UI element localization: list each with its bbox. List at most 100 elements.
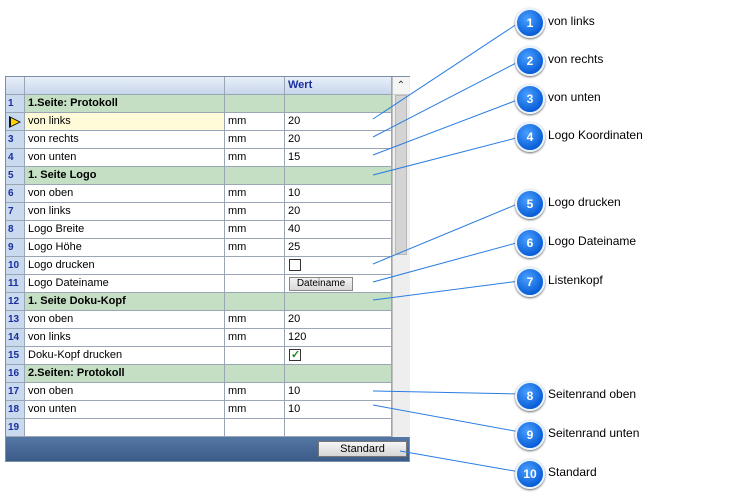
row-number: 6 <box>6 185 25 203</box>
table-row[interactable]: 4 von unten mm 15 <box>6 149 392 167</box>
callout-line-10 <box>399 450 521 473</box>
row-unit: mm <box>225 329 285 347</box>
callout-label-9: Seitenrand unten <box>548 426 640 440</box>
row-unit <box>225 167 285 185</box>
callout-badge-5: 5 <box>515 189 545 219</box>
callout-badge-8: 8 <box>515 381 545 411</box>
callout-badge-10: 10 <box>515 459 545 489</box>
row-name: Logo Dateiname <box>25 275 225 293</box>
row-value[interactable]: 20 <box>285 203 392 221</box>
row-number: 3 <box>6 131 25 149</box>
row-unit: mm <box>225 203 285 221</box>
row-name: Logo drucken <box>25 257 225 275</box>
row-name: von links <box>25 329 225 347</box>
section-row[interactable]: 1 1.Seite: Protokoll <box>6 95 392 113</box>
row-number: 9 <box>6 239 25 257</box>
header-unit <box>225 77 285 95</box>
callout-label-8: Seitenrand oben <box>548 387 637 401</box>
row-name: Doku-Kopf drucken <box>25 347 225 365</box>
section-row[interactable]: 12 1. Seite Doku-Kopf <box>6 293 392 311</box>
callout-badge-6: 6 <box>515 228 545 258</box>
row-name: von unten <box>25 401 225 419</box>
row-unit <box>225 347 285 365</box>
row-unit <box>225 365 285 383</box>
dateiname-button[interactable]: Dateiname <box>289 277 353 291</box>
value-checkbox[interactable] <box>289 347 301 364</box>
row-number: 19 <box>6 419 25 437</box>
grid-footer: Standard <box>6 437 409 461</box>
row-value[interactable]: 10 <box>285 185 392 203</box>
row-number: 18 <box>6 401 25 419</box>
table-row[interactable]: 14 von links mm 120 <box>6 329 392 347</box>
table-row[interactable]: 17 von oben mm 10 <box>6 383 392 401</box>
row-number: 13 <box>6 311 25 329</box>
table-row[interactable]: 8 Logo Breite mm 40 <box>6 221 392 239</box>
row-name: von oben <box>25 383 225 401</box>
row-value[interactable]: 15 <box>285 149 392 167</box>
row-value-cell <box>285 257 392 275</box>
row-value[interactable]: 20 <box>285 311 392 329</box>
vertical-scrollbar[interactable]: ⌃ <box>392 77 410 437</box>
table-row[interactable]: 15 Doku-Kopf drucken <box>6 347 392 365</box>
table-row[interactable]: 3 von rechts mm 20 <box>6 131 392 149</box>
table-row[interactable]: 19 <box>6 419 392 437</box>
row-number: 8 <box>6 221 25 239</box>
header-num <box>6 77 25 95</box>
callout-label-6: Logo Dateiname <box>548 234 637 248</box>
row-value[interactable]: 20 <box>285 113 392 131</box>
row-value[interactable]: 20 <box>285 131 392 149</box>
row-number: 16 <box>6 365 25 383</box>
row-value <box>285 365 392 383</box>
standard-button[interactable]: Standard <box>318 441 407 457</box>
row-unit <box>225 419 285 437</box>
header-value: Wert <box>285 77 392 95</box>
table-row[interactable]: 7 von links mm 20 <box>6 203 392 221</box>
row-unit <box>225 275 285 293</box>
row-number: 7 <box>6 203 25 221</box>
row-name: von unten <box>25 149 225 167</box>
row-unit: mm <box>225 383 285 401</box>
section-row[interactable]: 16 2.Seiten: Protokoll <box>6 365 392 383</box>
row-name: 1.Seite: Protokoll <box>25 95 225 113</box>
row-value-cell <box>285 347 392 365</box>
row-number: 15 <box>6 347 25 365</box>
row-unit <box>225 293 285 311</box>
callout-badge-9: 9 <box>515 420 545 450</box>
scroll-thumb[interactable] <box>395 95 407 255</box>
row-name: Logo Breite <box>25 221 225 239</box>
row-value[interactable]: 120 <box>285 329 392 347</box>
table-row[interactable]: 6 von oben mm 10 <box>6 185 392 203</box>
table-row[interactable]: 9 Logo Höhe mm 25 <box>6 239 392 257</box>
row-value[interactable]: 25 <box>285 239 392 257</box>
row-value <box>285 95 392 113</box>
section-row[interactable]: 5 1. Seite Logo <box>6 167 392 185</box>
callout-badge-7: 7 <box>515 267 545 297</box>
row-name: von links <box>25 113 225 131</box>
row-unit: mm <box>225 401 285 419</box>
table-row[interactable]: 18 von unten mm 10 <box>6 401 392 419</box>
callout-label-1: von links <box>548 14 595 28</box>
row-number: 1 <box>6 95 25 113</box>
row-name: von links <box>25 203 225 221</box>
scroll-up-icon[interactable]: ⌃ <box>393 77 409 95</box>
row-name: von oben <box>25 311 225 329</box>
table-row[interactable]: 13 von oben mm 20 <box>6 311 392 329</box>
row-name <box>25 419 225 437</box>
row-name: 1. Seite Logo <box>25 167 225 185</box>
table-row[interactable]: 10 Logo drucken <box>6 257 392 275</box>
callout-badge-4: 4 <box>515 122 545 152</box>
row-value[interactable] <box>285 419 392 437</box>
row-number <box>6 113 25 131</box>
table-row[interactable]: 11 Logo Dateiname Dateiname <box>6 275 392 293</box>
row-value[interactable]: 10 <box>285 383 392 401</box>
row-name: von oben <box>25 185 225 203</box>
row-unit: mm <box>225 113 285 131</box>
table-row[interactable]: von links mm 20 <box>6 113 392 131</box>
value-checkbox[interactable] <box>289 259 301 271</box>
row-value-cell: Dateiname <box>285 275 392 293</box>
row-value[interactable]: 40 <box>285 221 392 239</box>
row-number: 14 <box>6 329 25 347</box>
row-value[interactable]: 10 <box>285 401 392 419</box>
row-number: 5 <box>6 167 25 185</box>
row-number: 10 <box>6 257 25 275</box>
